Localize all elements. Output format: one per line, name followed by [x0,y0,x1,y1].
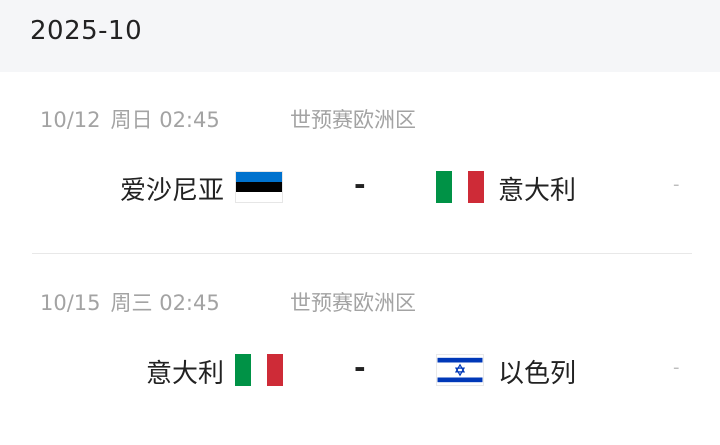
home-team-name[interactable]: 爱沙尼亚 [120,170,224,207]
match-card[interactable]: 10/15 周三 02:45 世预赛欧洲区 意大利 - 以色列 - [0,265,720,445]
israel-flag-graphic [437,357,483,383]
estonia-flag-icon [235,171,283,203]
versus-separator: - [354,168,366,201]
match-datetime: 10/15 周三 02:45 [40,287,220,317]
competition-label: 世预赛欧洲区 [290,108,416,132]
match-card[interactable]: 10/12 周日 02:45 世预赛欧洲区 爱沙尼亚 - 意大利 - [0,82,720,262]
month-title: 2025-10 [30,16,143,46]
away-team-name[interactable]: 以色列 [498,353,576,390]
italy-flag-icon [235,354,283,386]
match-divider [32,253,692,254]
away-team-name[interactable]: 意大利 [498,170,576,207]
israel-flag-icon [436,354,484,386]
match-datetime: 10/12 周日 02:45 [40,104,220,134]
month-header: 2025-10 [0,0,720,72]
competition-label: 世预赛欧洲区 [290,291,416,315]
italy-flag-icon [436,171,484,203]
match-date: 10/12 [40,108,101,132]
match-score: - [673,357,680,378]
match-score: - [673,174,680,195]
match-date: 10/15 [40,291,101,315]
home-team-name[interactable]: 意大利 [146,353,224,390]
versus-separator: - [354,351,366,384]
match-time: 周三 02:45 [110,291,220,315]
match-time: 周日 02:45 [110,108,220,132]
